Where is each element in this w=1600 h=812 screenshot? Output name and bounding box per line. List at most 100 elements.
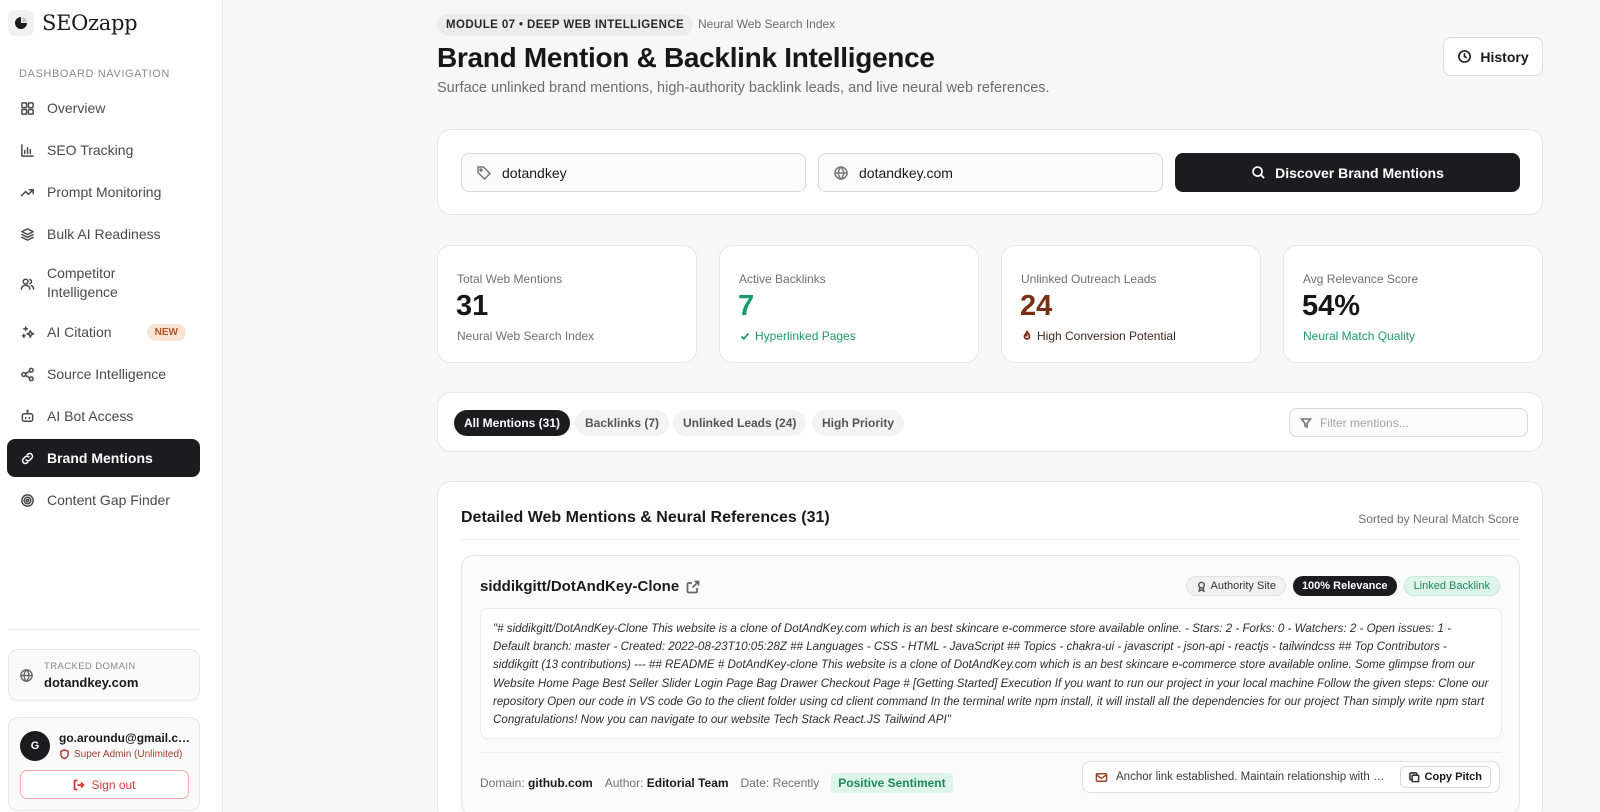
copy-pitch-button[interactable]: Copy Pitch xyxy=(1399,766,1491,788)
avatar: G xyxy=(20,731,50,761)
sidebar-item-label: Bulk AI Readiness xyxy=(47,226,161,242)
stat-note: Hyperlinked Pages xyxy=(739,329,856,343)
sidebar-item-ai-citation[interactable]: AI Citation NEW xyxy=(7,313,200,351)
filter-mentions-input[interactable] xyxy=(1320,415,1517,430)
domain-input[interactable] xyxy=(859,164,1148,181)
share-icon xyxy=(21,367,34,381)
tracked-domain-card: TRACKED DOMAIN dotandkey.com xyxy=(8,649,200,701)
sidebar-item-label: AI Citation xyxy=(47,324,112,340)
mention-divider xyxy=(480,752,1502,753)
stat-value: 54% xyxy=(1302,290,1361,322)
results-divider xyxy=(461,539,1520,540)
user-card: G go.aroundu@gmail.com Super Admin (Unli… xyxy=(8,717,200,811)
tab-high-priority[interactable]: High Priority xyxy=(812,410,905,436)
history-label: History xyxy=(1480,48,1529,65)
meta-author: Author: Editorial Team xyxy=(605,776,729,790)
mention-title: siddikgitt/DotAndKey-Clone xyxy=(480,578,680,595)
sidebar-item-ai-bot-access[interactable]: AI Bot Access xyxy=(7,397,200,435)
link-icon xyxy=(21,452,34,464)
meta-domain: Domain: github.com xyxy=(480,776,593,790)
sidebar-item-seo-tracking[interactable]: SEO Tracking xyxy=(7,131,200,169)
discover-brand-mentions-button[interactable]: Discover Brand Mentions xyxy=(1175,153,1520,192)
globe-icon xyxy=(20,668,33,682)
filter-mentions-field[interactable] xyxy=(1289,408,1528,437)
sign-out-button[interactable]: Sign out xyxy=(20,770,189,799)
grid-icon xyxy=(21,101,34,115)
brand-field[interactable] xyxy=(461,153,806,192)
page-description: Surface unlinked brand mentions, high-au… xyxy=(437,80,1050,96)
stat-label: Unlinked Outreach Leads xyxy=(1021,272,1157,286)
logo-icon xyxy=(8,10,34,36)
new-badge: NEW xyxy=(146,324,186,341)
mention-meta: Domain: github.com Author: Editorial Tea… xyxy=(480,773,953,793)
stat-card-total-web-mentions: Total Web Mentions 31 Neural Web Search … xyxy=(437,245,697,363)
tracked-domain-label: TRACKED DOMAIN xyxy=(44,660,136,672)
app-logo[interactable]: SEOzapp xyxy=(8,10,138,36)
authority-site-label: Authority Site xyxy=(1210,580,1276,592)
user-email: go.aroundu@gmail.com xyxy=(59,731,194,745)
pitch-box: Anchor link established. Maintain relati… xyxy=(1082,761,1500,793)
results-title: Detailed Web Mentions & Neural Reference… xyxy=(461,509,830,526)
sidebar-item-label: Brand Mentions xyxy=(47,450,153,466)
stat-label: Active Backlinks xyxy=(739,272,826,286)
external-link-icon[interactable] xyxy=(686,580,700,594)
discover-button-label: Discover Brand Mentions xyxy=(1275,164,1444,181)
stat-note-text: Neural Match Quality xyxy=(1303,329,1416,343)
sidebar-item-source-intelligence[interactable]: Source Intelligence xyxy=(7,355,200,393)
sidebar-item-label: AI Bot Access xyxy=(47,408,134,424)
sidebar-item-label: Content Gap Finder xyxy=(47,492,170,508)
meta-date-label: Date: xyxy=(740,776,770,790)
meta-domain-label: Domain: xyxy=(480,776,525,790)
stat-note-text: High Conversion Potential xyxy=(1037,329,1176,343)
tab-unlinked-leads[interactable]: Unlinked Leads (24) xyxy=(673,410,807,436)
brand-input[interactable] xyxy=(502,164,791,181)
stat-note: Neural Match Quality xyxy=(1303,329,1415,343)
stat-note: Neural Web Search Index xyxy=(457,329,594,343)
user-role: Super Admin (Unlimited) xyxy=(59,749,182,760)
sidebar-item-competitor-intelligence[interactable]: Competitor Intelligence xyxy=(7,257,200,309)
copy-pitch-label: Copy Pitch xyxy=(1424,771,1482,783)
sparkles-icon xyxy=(21,325,35,338)
sidebar-item-content-gap-finder[interactable]: Content Gap Finder xyxy=(7,481,200,519)
sign-out-label: Sign out xyxy=(91,777,136,792)
meta-date-value: Recently xyxy=(772,776,820,790)
results-sort-label: Sorted by Neural Match Score xyxy=(1358,512,1519,526)
sidebar-item-brand-mentions[interactable]: Brand Mentions xyxy=(7,439,200,477)
tracked-domain-value: dotandkey.com xyxy=(44,674,139,690)
bar-chart-icon xyxy=(21,143,34,157)
sidebar-item-bulk-ai-readiness[interactable]: Bulk AI Readiness xyxy=(7,215,200,253)
nav-heading: DASHBOARD NAVIGATION xyxy=(19,68,170,80)
tab-backlinks[interactable]: Backlinks (7) xyxy=(575,410,670,436)
authority-site-tag: Authority Site xyxy=(1185,576,1286,596)
tab-all-mentions[interactable]: All Mentions (31) xyxy=(454,410,571,436)
meta-author-label: Author: xyxy=(604,776,644,790)
sidebar: SEOzapp DASHBOARD NAVIGATION Overview SE… xyxy=(0,0,223,812)
stat-label: Total Web Mentions xyxy=(457,272,563,286)
module-subtitle: Neural Web Search Index xyxy=(698,17,836,31)
sidebar-item-label: Overview xyxy=(47,100,106,116)
copy-icon xyxy=(1408,771,1419,782)
stat-value: 31 xyxy=(456,290,489,322)
shield-icon xyxy=(60,749,69,760)
mail-icon xyxy=(1095,772,1108,782)
award-icon xyxy=(1197,581,1205,592)
stat-card-unlinked-outreach-leads: Unlinked Outreach Leads 24 High Conversi… xyxy=(1001,245,1261,363)
trending-up-icon xyxy=(20,188,34,197)
stat-note-text: Neural Web Search Index xyxy=(457,329,595,343)
stat-label: Avg Relevance Score xyxy=(1303,272,1419,286)
history-button[interactable]: History xyxy=(1443,37,1543,76)
stat-card-avg-relevance-score: Avg Relevance Score 54% Neural Match Qua… xyxy=(1283,245,1543,363)
users-icon xyxy=(20,278,35,290)
flame-icon xyxy=(1023,330,1031,340)
sidebar-item-overview[interactable]: Overview xyxy=(7,89,200,127)
sentiment-badge: Positive Sentiment xyxy=(831,773,953,793)
filter-bar: All Mentions (31) Backlinks (7) Unlinked… xyxy=(437,392,1543,452)
mention-snippet: "# siddikgitt/DotAndKey-Clone This websi… xyxy=(480,608,1502,739)
mention-tags: Authority Site 100% Relevance Linked Bac… xyxy=(1185,576,1500,596)
mention-title-link[interactable]: siddikgitt/DotAndKey-Clone xyxy=(480,578,700,595)
domain-field[interactable] xyxy=(818,153,1163,192)
filter-icon xyxy=(1300,417,1312,428)
target-icon xyxy=(21,493,34,507)
app-name: SEOzapp xyxy=(42,11,138,35)
sidebar-item-prompt-monitoring[interactable]: Prompt Monitoring xyxy=(7,173,200,211)
